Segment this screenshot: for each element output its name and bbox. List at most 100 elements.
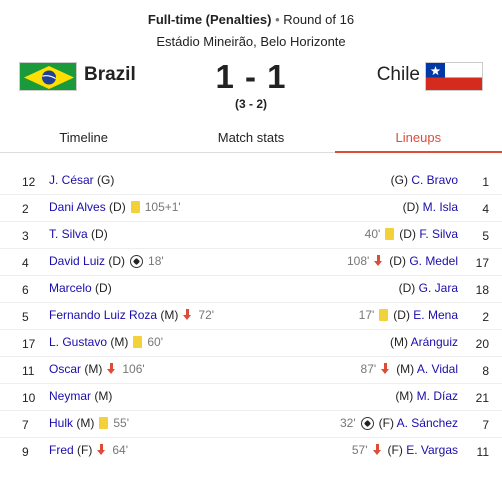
away-player-number: 17 bbox=[475, 256, 489, 270]
home-player-position: (G) bbox=[97, 173, 115, 187]
away-player-name[interactable]: M. Díaz bbox=[417, 389, 458, 403]
home-player-name[interactable]: Oscar bbox=[49, 362, 81, 376]
home-player-number: 7 bbox=[22, 418, 29, 432]
home-player: L. Gustavo (M) 60' bbox=[49, 335, 163, 349]
home-player: Fernando Luiz Roza (M) 72' bbox=[49, 308, 214, 322]
away-player-name[interactable]: Aránguiz bbox=[411, 335, 458, 349]
penalty-score: (3 - 2) bbox=[234, 97, 267, 111]
lineup-row: 17 L. Gustavo (M) 60' (M) Aránguiz 20 bbox=[0, 330, 502, 357]
chile-flag-icon bbox=[425, 62, 483, 91]
away-player-position: (D) bbox=[402, 200, 420, 214]
away-player-number: 8 bbox=[482, 364, 489, 378]
home-player-name[interactable]: L. Gustavo bbox=[49, 335, 107, 349]
away-player-position: (G) bbox=[390, 173, 408, 187]
substitution-arrow-icon bbox=[381, 363, 391, 375]
home-player-position: (M) bbox=[110, 335, 129, 349]
away-player-name[interactable]: E. Mena bbox=[413, 308, 458, 322]
away-player-number: 21 bbox=[475, 391, 489, 405]
away-player-name[interactable]: G. Jara bbox=[419, 281, 458, 295]
event-minute: 87' bbox=[360, 362, 377, 376]
away-player-position: (M) bbox=[396, 362, 415, 376]
away-player-name[interactable]: E. Vargas bbox=[406, 443, 458, 457]
away-player-name[interactable]: A. Vidal bbox=[417, 362, 458, 376]
home-player-name[interactable]: T. Silva bbox=[49, 227, 88, 241]
event-minute: 108' bbox=[346, 254, 370, 268]
home-player-position: (M) bbox=[76, 416, 95, 430]
away-player-position: (M) bbox=[389, 335, 408, 349]
yellow-card-icon bbox=[133, 336, 143, 348]
home-player: Marcelo (D) bbox=[49, 281, 112, 295]
home-player-label: T. Silva (D) bbox=[49, 227, 108, 241]
home-player-name[interactable]: Marcelo bbox=[49, 281, 92, 295]
home-player-number: 6 bbox=[22, 283, 29, 297]
away-player: (G) C. Bravo bbox=[391, 173, 458, 187]
home-player-number: 11 bbox=[22, 364, 35, 378]
status-separator: • bbox=[275, 12, 280, 27]
lineup-row: 10 Neymar (M) (M) M. Díaz 21 bbox=[0, 384, 502, 411]
away-player-name[interactable]: M. Isla bbox=[423, 200, 458, 214]
home-player: David Luiz (D) 18' bbox=[49, 254, 164, 268]
away-player: 87' (M) A. Vidal bbox=[361, 362, 458, 376]
event-minute: 72' bbox=[198, 308, 215, 322]
home-player-position: (F) bbox=[77, 443, 93, 457]
away-player-name[interactable]: G. Medel bbox=[409, 254, 458, 268]
home-player-name[interactable]: Fernando Luiz Roza bbox=[49, 308, 157, 322]
home-player-name[interactable]: Fred bbox=[49, 443, 74, 457]
tab-match-stats[interactable]: Match stats bbox=[167, 122, 334, 152]
away-player-position: (D) bbox=[393, 308, 410, 322]
home-player-name[interactable]: J. César bbox=[49, 173, 94, 187]
yellow-card-icon bbox=[99, 417, 109, 429]
away-player-label: (D) F. Silva bbox=[399, 227, 458, 241]
match-status-line: Full-time (Penalties) • Round of 16 bbox=[0, 12, 502, 27]
home-player-number: 9 bbox=[22, 445, 29, 459]
home-player-position: (D) bbox=[108, 254, 126, 268]
home-player-label: Dani Alves (D) bbox=[49, 200, 126, 214]
home-player-name[interactable]: Neymar bbox=[49, 389, 91, 403]
home-player-position: (D) bbox=[91, 227, 108, 241]
away-player-position: (D) bbox=[389, 254, 406, 268]
home-player-label: Hulk (M) bbox=[49, 416, 94, 430]
away-player-label: (F) A. Sánchez bbox=[379, 416, 458, 430]
away-player-number: 20 bbox=[475, 337, 489, 351]
away-player-name[interactable]: C. Bravo bbox=[411, 173, 458, 187]
substitution-arrow-icon bbox=[97, 444, 107, 456]
away-player: 40' (D) F. Silva bbox=[365, 227, 458, 241]
match-status: Full-time (Penalties) bbox=[147, 12, 272, 27]
home-player-position: (M) bbox=[160, 308, 179, 322]
away-player-number: 18 bbox=[475, 283, 489, 297]
home-player-name[interactable]: Dani Alves bbox=[49, 200, 106, 214]
match-tabs: Timeline Match stats Lineups bbox=[0, 122, 502, 153]
away-team-name[interactable]: Chile bbox=[377, 64, 420, 86]
home-player-number: 3 bbox=[22, 229, 29, 243]
soccer-ball-icon bbox=[360, 416, 374, 430]
home-player: Oscar (M) 106' bbox=[49, 362, 145, 376]
tab-lineups[interactable]: Lineups bbox=[334, 122, 502, 153]
home-player-label: Marcelo (D) bbox=[49, 281, 112, 295]
home-player-number: 4 bbox=[22, 256, 29, 270]
away-player-name[interactable]: A. Sánchez bbox=[397, 416, 458, 430]
home-player-name[interactable]: Hulk bbox=[49, 416, 73, 430]
home-player-number: 5 bbox=[22, 310, 29, 324]
away-player-label: (F) E. Vargas bbox=[388, 443, 458, 457]
home-player-name[interactable]: David Luiz bbox=[49, 254, 105, 268]
away-player-number: 11 bbox=[476, 445, 489, 459]
lineups-list: 12 J. César (G) (G) C. Bravo 1 2 Dani Alves (… bbox=[0, 168, 502, 465]
home-player-label: David Luiz (D) bbox=[49, 254, 125, 268]
away-player-label: (G) C. Bravo bbox=[391, 173, 458, 187]
lineup-row: 7 Hulk (M) 55' 32' (F) A. Sánchez 7 bbox=[0, 411, 502, 438]
home-player-number: 12 bbox=[22, 175, 36, 189]
away-player-number: 7 bbox=[482, 418, 489, 432]
tab-timeline[interactable]: Timeline bbox=[0, 122, 167, 152]
home-player-label: Oscar (M) bbox=[49, 362, 102, 376]
lineup-row: 5 Fernando Luiz Roza (M) 72' 17' (D) E. Mena… bbox=[0, 303, 502, 330]
event-minute: 105+1' bbox=[144, 200, 181, 214]
lineup-row: 3 T. Silva (D) 40' (D) F. Silva 5 bbox=[0, 222, 502, 249]
away-player-number: 1 bbox=[482, 175, 489, 189]
substitution-arrow-icon bbox=[372, 444, 383, 456]
away-player: (M) Aránguiz bbox=[390, 335, 458, 349]
away-player: 108' (D) G. Medel bbox=[347, 254, 458, 268]
soccer-ball-icon bbox=[130, 254, 144, 268]
away-player-name[interactable]: F. Silva bbox=[419, 227, 458, 241]
away-player-number: 5 bbox=[482, 229, 489, 243]
away-player-position: (F) bbox=[387, 443, 403, 457]
